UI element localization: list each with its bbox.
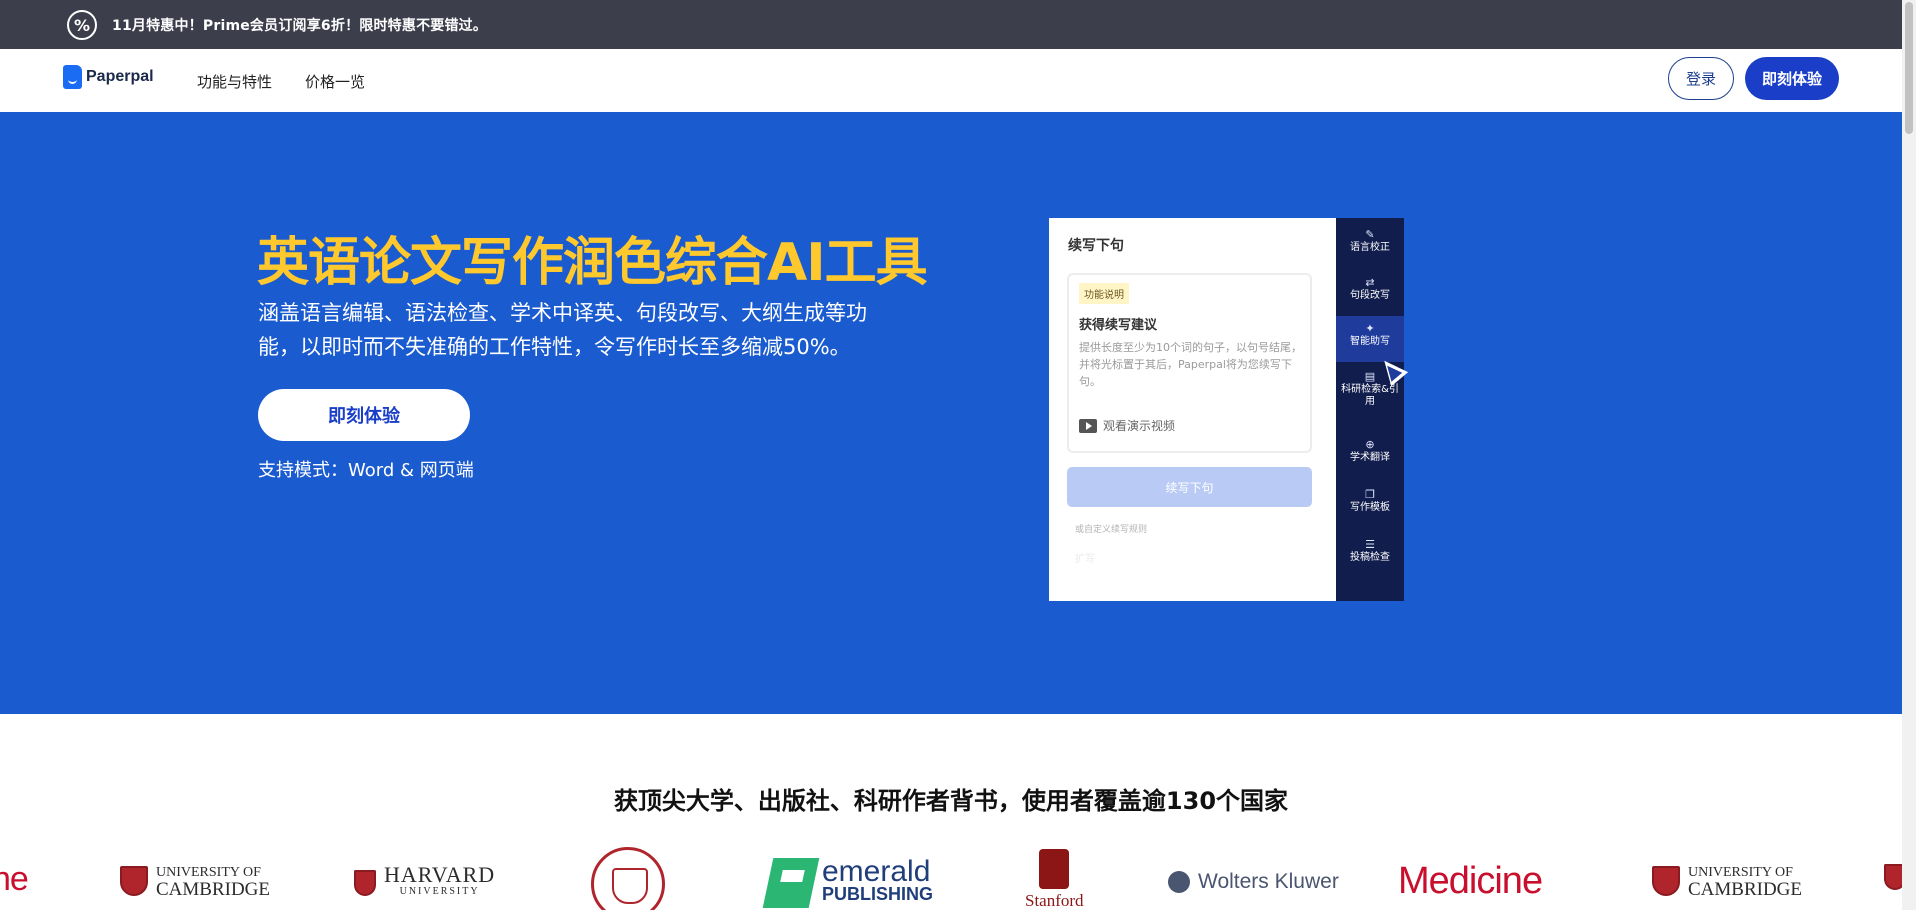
demo-heading: 续写下句 bbox=[1068, 238, 1124, 254]
stanford-logo: Stanford bbox=[1025, 849, 1084, 910]
harvard-shield-icon bbox=[1884, 864, 1902, 890]
document-search-icon: ▤ bbox=[1364, 370, 1376, 383]
feather-icon: ✎ bbox=[1365, 228, 1375, 241]
refresh-icon: ⇄ bbox=[1365, 276, 1375, 289]
stanford-wordmark: Stanford bbox=[1025, 891, 1084, 910]
hero-title: 英语论文写作润色综合AI工具 bbox=[257, 233, 928, 293]
sidebar-item-templates[interactable]: ❐ 写作模板 bbox=[1336, 486, 1404, 526]
sidebar-item-language-correction[interactable]: ✎ 语言校正 bbox=[1336, 224, 1404, 264]
try-now-button[interactable]: 即刻体验 bbox=[1745, 57, 1839, 100]
wolters-globe-icon bbox=[1168, 871, 1190, 893]
product-demo-panel: 续写下句 功能说明 获得续写建议 提供长度至少为10个词的句子，以句号结尾，并将… bbox=[1049, 218, 1409, 601]
wolters-kluwer-logo: Wolters Kluwer bbox=[1168, 870, 1339, 894]
sidebar-item-rewrite[interactable]: ⇄ 句段改写 bbox=[1336, 272, 1404, 312]
medicine-logo-partial: ne bbox=[0, 860, 29, 899]
feature-card: 功能说明 获得续写建议 提供长度至少为10个词的句子，以句号结尾，并将光标置于其… bbox=[1067, 273, 1312, 453]
sidebar-item-label: 投稿检查 bbox=[1350, 552, 1390, 563]
feature-badge: 功能说明 bbox=[1079, 283, 1129, 304]
sidebar-item-submission-check[interactable]: ☰ 投稿检查 bbox=[1336, 536, 1404, 576]
cambridge-crest-icon bbox=[120, 866, 148, 896]
percent-badge-icon: % bbox=[67, 10, 97, 40]
partner-logo-strip: ne UNIVERSITY OF CAMBRIDGE HARVARD UNIVE… bbox=[0, 840, 1902, 910]
cornell-logo bbox=[591, 847, 665, 910]
medicine-wordmark: Medicine bbox=[1398, 860, 1543, 902]
demo-sidebar: ✎ 语言校正 ⇄ 句段改写 ✦ 智能助写 ▤ 科研检索&引用 ⊕ 学术翻译 ❐ … bbox=[1336, 218, 1404, 601]
emerald-line1: emerald bbox=[822, 855, 931, 888]
watch-demo-label: 观看演示视频 bbox=[1103, 419, 1176, 433]
site-header: Paperpal 功能与特性 价格一览 登录 即刻体验 bbox=[0, 49, 1902, 112]
faded-option: 扩写 bbox=[1075, 554, 1095, 565]
sidebar-item-translation[interactable]: ⊕ 学术翻译 bbox=[1336, 436, 1404, 476]
globe-icon: ⊕ bbox=[1365, 438, 1375, 451]
hero-section: 英语论文写作润色综合AI工具 涵盖语言编辑、语法检查、学术中译英、句段改写、大纲… bbox=[0, 112, 1902, 714]
cambridge-logo: UNIVERSITY OF CAMBRIDGE bbox=[120, 864, 271, 900]
harvard-wordmark: HARVARD UNIVERSITY bbox=[384, 862, 496, 900]
demo-main-pane: 续写下句 功能说明 获得续写建议 提供长度至少为10个词的句子，以句号结尾，并将… bbox=[1049, 218, 1336, 601]
promo-banner[interactable]: % 11月特惠中！Prime会员订阅享6折！限时特惠不要错过。 bbox=[0, 0, 1902, 49]
emerald-mark-icon bbox=[762, 858, 820, 908]
page-scrollbar[interactable] bbox=[1902, 0, 1916, 910]
hero-try-now-button[interactable]: 即刻体验 bbox=[258, 389, 470, 441]
copy-icon: ❐ bbox=[1365, 488, 1375, 501]
wolters-wordmark: Wolters Kluwer bbox=[1198, 870, 1339, 893]
harvard-logo: HARVARD UNIVERSITY bbox=[354, 862, 496, 900]
login-button[interactable]: 登录 bbox=[1668, 57, 1734, 100]
medicine-logo-text: ne bbox=[0, 860, 29, 898]
scrollbar-thumb[interactable] bbox=[1905, 2, 1913, 134]
emerald-wordmark: emerald PUBLISHING bbox=[822, 855, 934, 905]
paperpal-logo[interactable]: Paperpal bbox=[63, 65, 154, 89]
harvard-line2: UNIVERSITY bbox=[399, 886, 480, 897]
sidebar-item-label: 句段改写 bbox=[1350, 290, 1390, 301]
sidebar-item-label: 语言校正 bbox=[1350, 242, 1390, 253]
endorsement-title: 获顶尖大学、出版社、科研作者背书，使用者覆盖逾130个国家 bbox=[613, 787, 1289, 815]
stanford-tree-icon bbox=[1039, 849, 1070, 889]
harvard-shield-icon bbox=[354, 870, 376, 896]
harvard-logo-partial bbox=[1884, 864, 1902, 890]
custom-rule-link[interactable]: 或自定义续写规则 bbox=[1075, 522, 1147, 535]
sidebar-item-label: 学术翻译 bbox=[1350, 452, 1390, 463]
emerald-line2: PUBLISHING bbox=[822, 884, 934, 904]
cambridge-line2: CAMBRIDGE bbox=[156, 879, 271, 900]
emerald-logo: emerald PUBLISHING bbox=[762, 855, 934, 908]
cornell-seal-icon bbox=[591, 847, 665, 910]
supported-modes: 支持模式：Word & 网页端 bbox=[258, 460, 474, 481]
play-icon bbox=[1079, 418, 1097, 433]
paperpal-logo-icon bbox=[63, 65, 82, 89]
feature-subheading: 获得续写建议 bbox=[1079, 318, 1158, 333]
sparkle-icon: ✦ bbox=[1365, 322, 1375, 335]
cambridge-wordmark: UNIVERSITY OF CAMBRIDGE bbox=[156, 864, 271, 900]
continue-writing-button[interactable]: 续写下句 bbox=[1067, 467, 1312, 507]
nav-features[interactable]: 功能与特性 bbox=[197, 71, 272, 92]
feature-description: 提供长度至少为10个词的句子，以句号结尾，并将光标置于其后，Paperpal将为… bbox=[1079, 341, 1302, 388]
cambridge-crest-icon bbox=[1652, 866, 1680, 896]
checklist-icon: ☰ bbox=[1365, 538, 1375, 551]
nav-pricing[interactable]: 价格一览 bbox=[305, 71, 365, 92]
medicine-logo: Medicine bbox=[1398, 860, 1543, 903]
sidebar-item-label: 科研检索&引用 bbox=[1341, 384, 1399, 407]
promo-text: 11月特惠中！Prime会员订阅享6折！限时特惠不要错过。 bbox=[112, 18, 488, 34]
watch-demo-link[interactable]: 观看演示视频 bbox=[1079, 417, 1175, 434]
cambridge-logo-repeat: UNIVERSITY OF CAMBRIDGE bbox=[1652, 864, 1803, 900]
cambridge-wordmark: UNIVERSITY OF CAMBRIDGE bbox=[1688, 864, 1803, 900]
harvard-line1: HARVARD bbox=[384, 862, 496, 887]
cambridge-line2: CAMBRIDGE bbox=[1688, 879, 1803, 900]
sidebar-item-label: 智能助写 bbox=[1350, 336, 1390, 347]
logo-text: Paperpal bbox=[86, 68, 154, 85]
hero-description: 涵盖语言编辑、语法检查、学术中译英、句段改写、大纲生成等功能，以即时而不失准确的… bbox=[258, 301, 867, 359]
sidebar-item-label: 写作模板 bbox=[1350, 502, 1390, 513]
